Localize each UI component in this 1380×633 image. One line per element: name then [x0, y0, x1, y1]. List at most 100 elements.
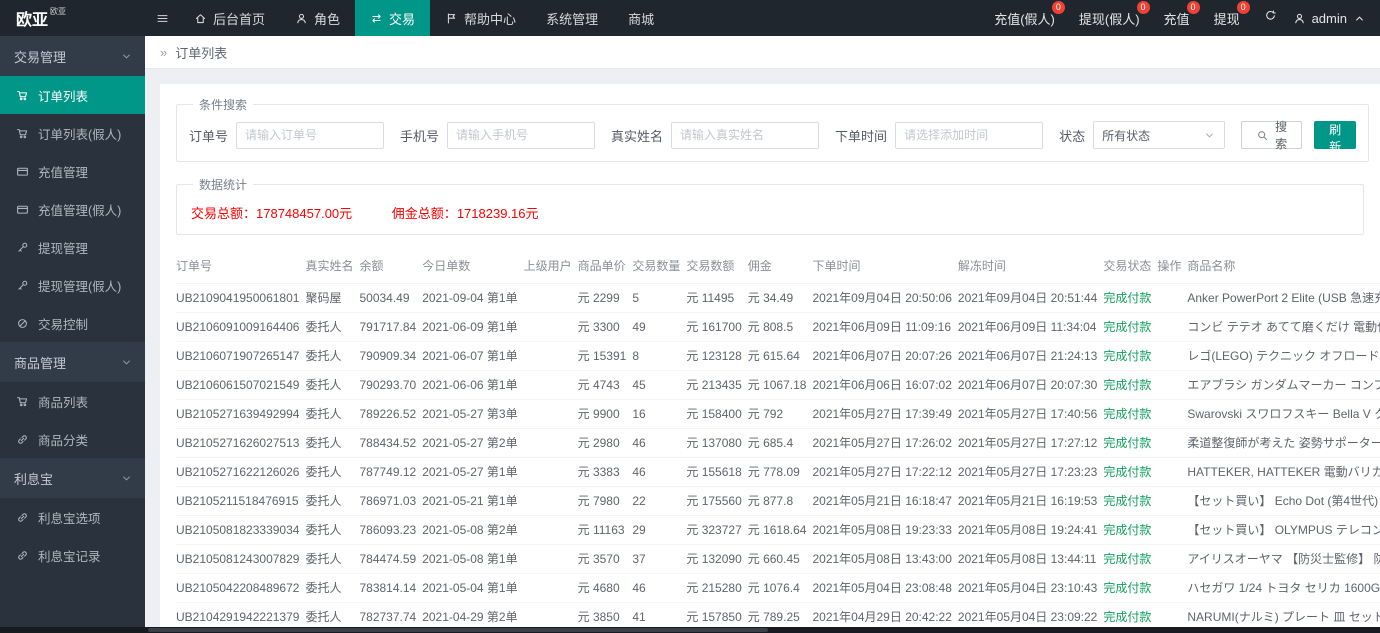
table-cell: [523, 340, 578, 370]
order-time-input[interactable]: [895, 121, 1044, 149]
table-cell: [1157, 543, 1188, 573]
sidebar-item[interactable]: 充值管理(假人): [0, 190, 145, 228]
table-cell: UB2106071907265147: [176, 340, 306, 370]
table-cell: UB2106061507021549: [176, 369, 306, 399]
refresh-button[interactable]: 刷新: [1314, 121, 1357, 154]
quick-link-label: 提现: [1213, 11, 1240, 27]
breadcrumb-arrows-icon: »: [160, 44, 168, 60]
quick-link[interactable]: 提现(假人) 0: [1079, 0, 1150, 28]
app-logo[interactable]: 欧亚欧亚: [0, 6, 145, 30]
chevron-up-icon: [1353, 12, 1366, 25]
user-menu[interactable]: admin: [1293, 11, 1366, 26]
top-nav-item[interactable]: 后台首页: [179, 0, 280, 36]
sidebar-item[interactable]: 订单列表(假人): [0, 114, 145, 152]
table-cell: 788434.52: [359, 427, 423, 457]
quick-link[interactable]: 提现 0: [1213, 0, 1250, 28]
table-cell: 2021-06-06 第1单: [422, 369, 524, 399]
real-name-input[interactable]: [671, 121, 820, 149]
table-header-row: 订单号 真实姓名 余额 今日单数 上级用户 商品单价 交易数量 交易数额 佣金 下单时间 解冻时间 交…: [176, 249, 1380, 283]
sidebar-item[interactable]: 利息宝选项: [0, 498, 145, 536]
table-cell: HATTEKER, HATTEKER 電動バリカン ばりかん ヘアカッタ: [1187, 456, 1380, 486]
sidebar-item[interactable]: 提现管理(假人): [0, 266, 145, 304]
link-icon: [15, 433, 29, 446]
stats-legend: 数据统计: [199, 178, 248, 192]
table-cell: 2021-09-04 第1单: [422, 282, 524, 312]
phone-input[interactable]: [447, 121, 596, 149]
order-number-input[interactable]: [236, 121, 385, 149]
menu-toggle-button[interactable]: [145, 0, 179, 36]
table-cell: 元 2980: [577, 427, 633, 457]
home-icon: [194, 12, 207, 25]
refresh-page-button[interactable]: [1264, 9, 1277, 27]
column-header: 真实姓名: [305, 259, 354, 274]
search-button[interactable]: 搜 索: [1241, 120, 1303, 151]
sidebar-group-header[interactable]: 交易管理: [0, 36, 145, 76]
table-cell: 2021年06月06日 16:07:02: [812, 369, 958, 399]
table-cell: [523, 514, 578, 544]
table-cell: 2021-06-07 第1单: [422, 340, 524, 370]
table-cell: 2021年06月09日 11:09:16: [812, 311, 958, 341]
table-cell: 【セット買い】 Echo Dot (第4世代) グレーシャーホワイト: [1187, 485, 1380, 515]
sidebar-item[interactable]: 充值管理: [0, 152, 145, 190]
table-cell: 元 877.8: [747, 485, 813, 515]
table-cell: [1157, 427, 1188, 457]
sidebar-item-label: 充值管理: [38, 165, 89, 180]
table-cell: [1157, 369, 1188, 399]
table-cell: 完成付款: [1103, 398, 1158, 428]
top-nav-item[interactable]: 交易: [355, 0, 431, 36]
table-cell: エアブラシ ガンダムマーカー コンプレッサー セット USB: [1187, 369, 1380, 399]
table-cell: 2021年05月04日 23:10:43: [957, 572, 1104, 602]
table-cell: 786971.03: [359, 485, 423, 515]
table-row: UB2106071907265147 委托人 790909.34 2021-06-07…: [176, 340, 1380, 370]
sidebar-item[interactable]: 订单列表: [0, 76, 145, 114]
quick-link[interactable]: 充值 0: [1164, 0, 1200, 28]
scrollbar-thumb[interactable]: [148, 628, 768, 632]
user-icon: [295, 12, 308, 25]
stat-label: 佣金总额：: [391, 206, 457, 221]
sidebar-group-header[interactable]: 利息宝: [0, 458, 145, 498]
table-cell: 2021年05月04日 23:08:48: [812, 572, 958, 602]
sidebar-item[interactable]: 交易控制: [0, 304, 145, 342]
table-cell: 2021年05月21日 16:18:47: [812, 485, 958, 515]
top-nav-label: 系统管理: [546, 11, 599, 27]
table-cell: 元 1076.4: [747, 572, 813, 602]
column-header: 交易状态: [1103, 259, 1152, 274]
table-cell: 2021-05-04 第1单: [422, 572, 524, 602]
quick-link[interactable]: 充值(假人) 0: [994, 0, 1065, 28]
sidebar-group-header[interactable]: 商品管理: [0, 342, 145, 382]
table-cell: 【セット買い】 OLYMPUS テレコンバーター 1.7倍 TG-1,T: [1187, 514, 1380, 544]
table-cell: 元 11163: [577, 514, 633, 544]
table-cell: 50034.49: [359, 282, 423, 312]
top-nav-item[interactable]: 系统管理: [531, 0, 613, 36]
table-row: UB2105042208489672 委托人 783814.14 2021-05-04…: [176, 572, 1380, 602]
column-header: 操作: [1157, 259, 1182, 274]
sidebar-item-label: 利息宝选项: [38, 511, 101, 526]
logo-text: 欧亚: [16, 12, 49, 29]
sidebar-item-label: 订单列表(假人): [38, 127, 122, 142]
topbar: 欧亚欧亚 后台首页 角色 交易 帮助中心 系统管理 商城 充值(假人) 0 提现(假人) 0 充值…: [0, 0, 1380, 36]
table-row: UB2109041950061801 聚码屋 50034.49 2021-09-04 …: [176, 282, 1380, 312]
horizontal-scrollbar[interactable]: [0, 627, 1380, 633]
sidebar-item[interactable]: 利息宝记录: [0, 536, 145, 574]
sidebar-item[interactable]: 商品分类: [0, 420, 145, 458]
table-cell: 委托人: [305, 398, 360, 428]
search-icon: [1256, 129, 1269, 142]
table-cell: コンビ テテオ あてて磨くだけ 電動仕上げブラシ グリーン: [1187, 311, 1380, 341]
table-cell: 完成付款: [1103, 485, 1158, 515]
orders-table: 订单号 真实姓名 余额 今日单数 上级用户 商品单价 交易数量 交易数额 佣金 下单时间 解冻时间 交…: [176, 249, 1380, 633]
flag-icon: [445, 12, 458, 25]
table-cell: 791717.84: [359, 311, 423, 341]
table-cell: [523, 282, 578, 312]
status-select[interactable]: 所有状态: [1093, 121, 1226, 149]
top-nav-item[interactable]: 角色: [280, 0, 355, 36]
top-nav-item[interactable]: 商城: [613, 0, 669, 36]
top-nav-item[interactable]: 帮助中心: [430, 0, 531, 36]
table-cell: 完成付款: [1103, 340, 1158, 370]
column-header: 订单号: [176, 259, 213, 274]
user-icon: [1293, 12, 1306, 25]
sidebar-item[interactable]: 商品列表: [0, 382, 145, 420]
table-cell: 元 132090: [686, 543, 748, 573]
order-time-field: 下单时间: [835, 121, 1044, 149]
sidebar-item[interactable]: 提现管理: [0, 228, 145, 266]
table-cell: 37: [632, 543, 687, 573]
